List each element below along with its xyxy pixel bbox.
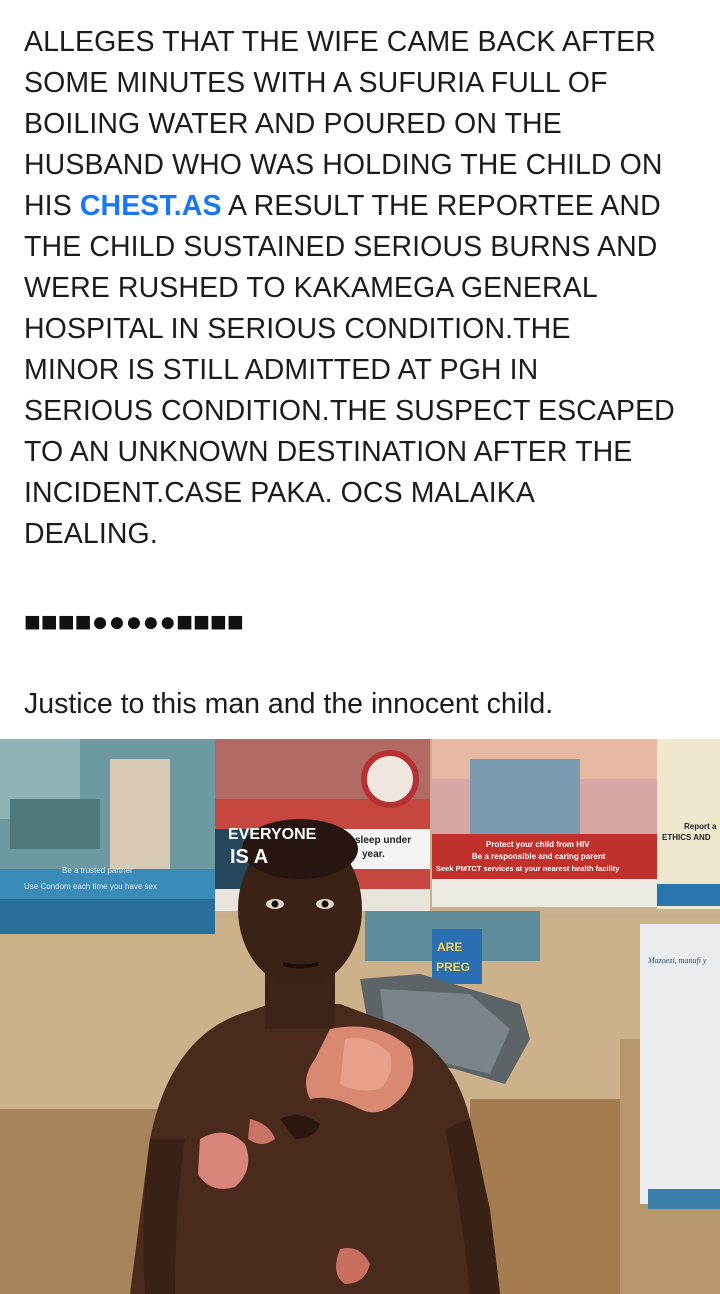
post-line-prefix: HIS — [24, 190, 80, 222]
closing-text: Justice to this man and the innocent chi… — [24, 688, 554, 720]
poster-sleep-text: sleep under — [355, 835, 411, 846]
poster-partner-line1: Be a trusted partner — [62, 866, 133, 875]
post-line: SOME MINUTES WITH A SUFURIA FULL OF — [24, 67, 608, 99]
photo-illustration: EVERYONE IS A sleep under year. Protect … — [0, 739, 720, 1294]
post-photo[interactable]: EVERYONE IS A sleep under year. Protect … — [0, 739, 720, 1294]
poster-hiv-line1: Protect your child from HIV — [486, 840, 590, 849]
post-line-with-hashtag: HIS CHEST.AS A RESULT THE REPORTEE AND — [24, 186, 714, 227]
post-line: HUSBAND WHO WAS HOLDING THE CHILD ON — [24, 149, 663, 181]
hashtag-link[interactable]: CHEST.AS — [80, 190, 222, 222]
post-line: ALLEGES THAT THE WIFE CAME BACK AFTER — [24, 26, 656, 58]
decorative-separator: ■■■■●●●●●■■■■ — [24, 606, 244, 637]
poster-hiv-line2: Be a responsible and caring parent — [472, 852, 606, 861]
post-line: TO AN UNKNOWN DESTINATION AFTER THE — [24, 436, 633, 468]
poster-ethics-text: ETHICS AND — [662, 833, 711, 842]
post-line: MINOR IS STILL ADMITTED AT PGH IN — [24, 354, 539, 386]
post-line: SERIOUS CONDITION.THE SUSPECT ESCAPED — [24, 395, 675, 427]
poster-isa-text: IS A — [230, 846, 268, 868]
poster-mazoezi-text: Mazoezi, manufi y — [647, 956, 707, 965]
post-line: INCIDENT.CASE PAKA. OCS MALAIKA — [24, 477, 535, 509]
poster-partner-line2: Use Condom each time you have sex — [24, 882, 157, 891]
poster-report-text: Report a — [684, 822, 717, 831]
post-line: DEALING. — [24, 518, 158, 550]
post-line: THE CHILD SUSTAINED SERIOUS BURNS AND — [24, 231, 658, 263]
post-line: HOSPITAL IN SERIOUS CONDITION.THE — [24, 313, 571, 345]
post-text: ALLEGES THAT THE WIFE CAME BACK AFTER SO… — [24, 22, 714, 555]
poster-hiv-line3: Seek PMTCT services at your nearest heal… — [436, 864, 620, 873]
post-line: WERE RUSHED TO KAKAMEGA GENERAL — [24, 272, 598, 304]
post-line: BOILING WATER AND POURED ON THE — [24, 108, 562, 140]
post-body: ALLEGES THAT THE WIFE CAME BACK AFTER SO… — [24, 22, 714, 555]
poster-everyone-text: EVERYONE — [228, 826, 317, 843]
post-line-suffix: A RESULT THE REPORTEE AND — [221, 190, 661, 222]
poster-year-text: year. — [362, 849, 385, 860]
poster-are-text: ARE — [437, 940, 462, 954]
poster-preg-text: PREG — [436, 960, 470, 974]
